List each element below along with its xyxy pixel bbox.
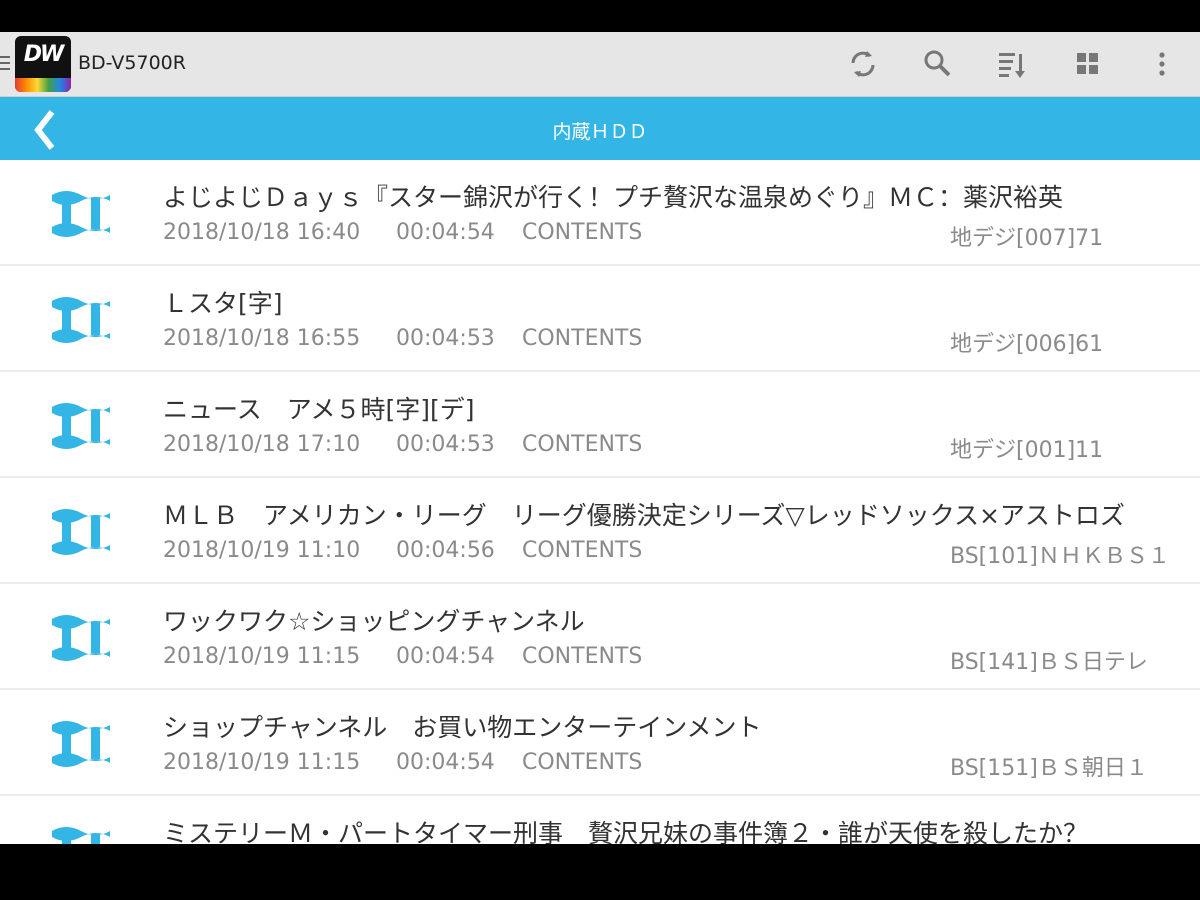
recording-row[interactable]: ワックワク☆ショッピングチャンネル 2018/10/19 11:15 00:04:…	[0, 584, 1200, 690]
location-title: 内蔵ＨＤＤ	[552, 121, 648, 143]
recording-channel: BS[151]ＢＳ朝日１	[950, 756, 1148, 781]
recording-title: よじよじＤａｙｓ『スター錦沢が行く！プチ贅沢な温泉めぐり』ＭＣ：薬沢裕英	[163, 183, 1064, 212]
recording-duration: 00:04:54	[396, 644, 495, 669]
recording-duration: 00:04:53	[396, 326, 495, 351]
recording-icon	[48, 290, 114, 350]
recording-icon	[48, 608, 114, 668]
drawer-handle-icon[interactable]	[0, 56, 10, 72]
recording-date: 2018/10/19 11:10	[163, 538, 361, 563]
recording-icon	[48, 714, 114, 774]
recording-type: CONTENTS	[522, 220, 643, 245]
grid-view-icon	[1077, 53, 1098, 74]
recording-channel: 地デジ[006]61	[950, 332, 1104, 357]
sort-button[interactable]	[992, 44, 1032, 84]
logo-color-stripe	[15, 78, 71, 92]
recording-title: ＭＬＢ アメリカン・リーグ リーグ優勝決定シリーズ▽レッドソックス×アストロズ	[163, 501, 1125, 530]
recording-channel: BS[141]ＢＳ日テレ	[950, 650, 1148, 675]
recording-row[interactable]: ニュース アメ５時[字][デ] 2018/10/18 17:10 00:04:53…	[0, 372, 1200, 478]
search-button[interactable]	[917, 44, 957, 84]
recording-channel: 地デジ[007]71	[950, 226, 1104, 251]
recording-row[interactable]: ショップチャンネル お買い物エンターテインメント 2018/10/19 11:1…	[0, 690, 1200, 796]
recording-meta: 2018/10/18 17:10 00:04:53 CONTENTS	[163, 432, 642, 457]
recording-type: CONTENTS	[522, 538, 643, 563]
recording-list: よじよじＤａｙｓ『スター錦沢が行く！プチ贅沢な温泉めぐり』ＭＣ：薬沢裕英 201…	[0, 160, 1200, 844]
recording-row[interactable]: よじよじＤａｙｓ『スター錦沢が行く！プチ贅沢な温泉めぐり』ＭＣ：薬沢裕英 201…	[0, 160, 1200, 266]
action-bar: DW BD-V5700R	[0, 32, 1200, 97]
recording-duration: 00:04:54	[396, 220, 495, 245]
recording-type: CONTENTS	[522, 750, 643, 775]
recording-row[interactable]: Ｌスタ[字] 2018/10/18 16:55 00:04:53 CONTENTS …	[0, 266, 1200, 372]
search-icon	[924, 50, 951, 77]
app-logo[interactable]: DW	[15, 36, 71, 92]
recording-icon	[48, 502, 114, 562]
logo-text: DW	[23, 42, 65, 67]
recording-date: 2018/10/19 11:15	[163, 750, 361, 775]
recording-icon	[48, 396, 114, 456]
recording-meta: 2018/10/18 16:55 00:04:53 CONTENTS	[163, 326, 642, 351]
app-screen: DW BD-V5700R 内蔵ＨＤＤ よじよじＤａｙｓ『スター錦沢が行く！プチ贅…	[0, 32, 1200, 844]
recording-date: 2018/10/18 16:40	[163, 220, 361, 245]
grid-view-button[interactable]	[1068, 44, 1108, 84]
recording-date: 2018/10/18 16:55	[163, 326, 361, 351]
recording-title: ミステリーＭ・パートタイマー刑事 贅沢兄妹の事件簿２・誰が天使を殺したか？	[163, 819, 1089, 844]
overflow-menu-button[interactable]	[1142, 44, 1182, 84]
recording-date: 2018/10/19 11:15	[163, 644, 361, 669]
recording-icon	[48, 820, 114, 844]
overflow-menu-icon	[1159, 52, 1165, 76]
refresh-button[interactable]	[843, 44, 883, 84]
recording-type: CONTENTS	[522, 432, 643, 457]
recording-meta: 2018/10/19 11:15 00:04:54 CONTENTS	[163, 644, 642, 669]
recording-title: ショップチャンネル お買い物エンターテインメント	[163, 713, 762, 742]
sort-icon	[999, 53, 1025, 78]
recording-date: 2018/10/18 17:10	[163, 432, 361, 457]
refresh-icon	[851, 51, 875, 77]
location-bar: 内蔵ＨＤＤ	[0, 97, 1200, 160]
recording-meta: 2018/10/19 11:15 00:04:54 CONTENTS	[163, 750, 642, 775]
recording-channel: 地デジ[001]11	[950, 438, 1104, 463]
recording-duration: 00:04:56	[396, 538, 495, 563]
recording-duration: 00:04:54	[396, 750, 495, 775]
recording-row[interactable]: ＭＬＢ アメリカン・リーグ リーグ優勝決定シリーズ▽レッドソックス×アストロズ …	[0, 478, 1200, 584]
recording-type: CONTENTS	[522, 644, 643, 669]
recording-meta: 2018/10/18 16:40 00:04:54 CONTENTS	[163, 220, 642, 245]
recording-title: ワックワク☆ショッピングチャンネル	[163, 607, 585, 636]
recording-duration: 00:04:53	[396, 432, 495, 457]
recording-meta: 2018/10/19 11:10 00:04:56 CONTENTS	[163, 538, 642, 563]
recording-title: ニュース アメ５時[字][デ]	[163, 395, 475, 424]
recording-icon	[48, 184, 114, 244]
recording-type: CONTENTS	[522, 326, 643, 351]
recording-row[interactable]: ミステリーＭ・パートタイマー刑事 贅沢兄妹の事件簿２・誰が天使を殺したか？	[0, 796, 1200, 844]
device-name: BD-V5700R	[78, 52, 186, 74]
recording-title: Ｌスタ[字]	[163, 289, 283, 318]
recording-channel: BS[101]ＮＨＫＢＳ１	[950, 544, 1170, 569]
